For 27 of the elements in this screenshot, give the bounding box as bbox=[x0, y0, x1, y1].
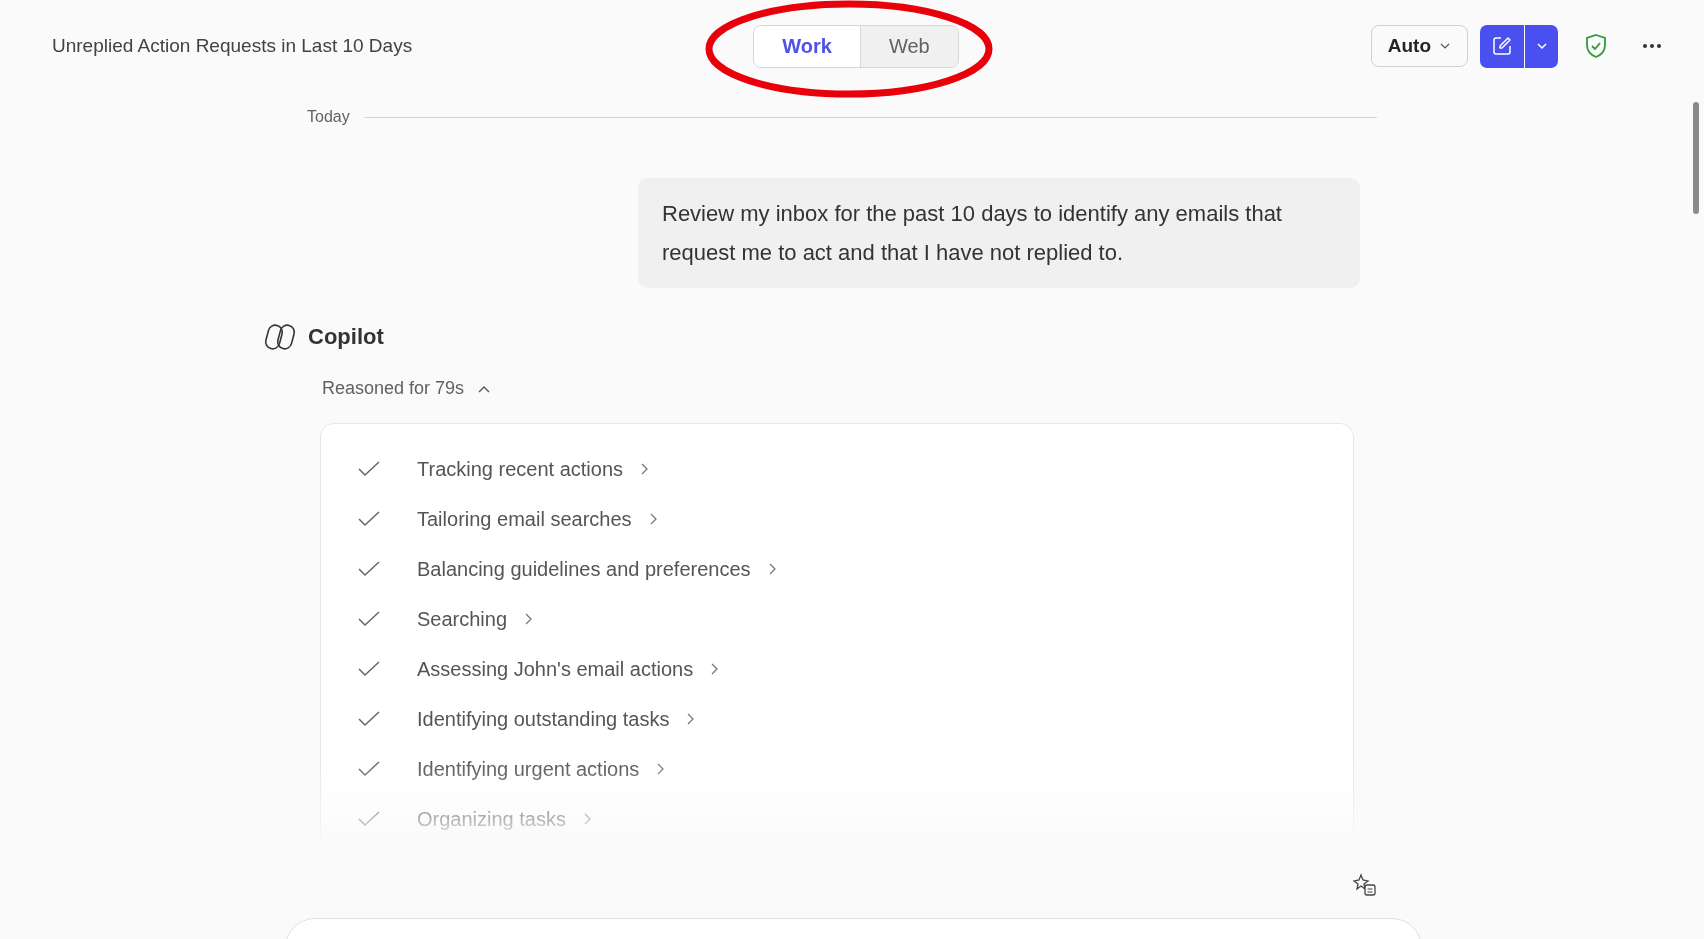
date-divider: Today bbox=[307, 108, 350, 126]
chevron-right-icon[interactable] bbox=[639, 462, 649, 476]
sparkle-prompt-icon[interactable] bbox=[1352, 872, 1378, 898]
assistant-name: Copilot bbox=[308, 324, 384, 350]
chevron-right-icon[interactable] bbox=[709, 662, 720, 676]
copilot-icon bbox=[264, 322, 298, 352]
reasoning-step[interactable]: Tailoring email searches bbox=[417, 507, 632, 531]
reasoning-toggle[interactable]: Reasoned for 79s bbox=[322, 378, 493, 399]
conversation-title: Unreplied Action Requests in Last 10 Days bbox=[52, 35, 414, 57]
user-message: Review my inbox for the past 10 days to identify any emails that request me to act and that I have not replied to. bbox=[638, 178, 1360, 288]
reasoning-step[interactable]: Identifying outstanding tasks bbox=[417, 707, 670, 731]
new-chat-button[interactable] bbox=[1480, 24, 1525, 68]
chevron-right-icon[interactable] bbox=[523, 612, 534, 626]
chevron-right-icon[interactable] bbox=[655, 762, 666, 776]
scrollbar-thumb[interactable] bbox=[1693, 102, 1699, 214]
model-dropdown[interactable]: Auto bbox=[1370, 25, 1468, 67]
reasoning-step[interactable]: Tracking recent actions bbox=[417, 457, 623, 481]
chevron-right-icon[interactable] bbox=[685, 712, 696, 726]
more-options-icon[interactable] bbox=[1642, 43, 1662, 49]
compose-icon bbox=[1491, 35, 1513, 57]
shield-check-icon[interactable] bbox=[1584, 33, 1608, 59]
dropdown-button[interactable] bbox=[1525, 24, 1558, 68]
reasoning-step[interactable]: Searching bbox=[417, 607, 508, 631]
reasoning-step[interactable]: Balancing guidelines and preferences bbox=[417, 557, 751, 581]
mode-tab[interactable]: Work bbox=[754, 25, 861, 67]
reasoning-step[interactable]: Identifying urgent actions bbox=[417, 757, 640, 781]
reasoning-step[interactable]: Assessing John's email actions bbox=[417, 657, 694, 681]
